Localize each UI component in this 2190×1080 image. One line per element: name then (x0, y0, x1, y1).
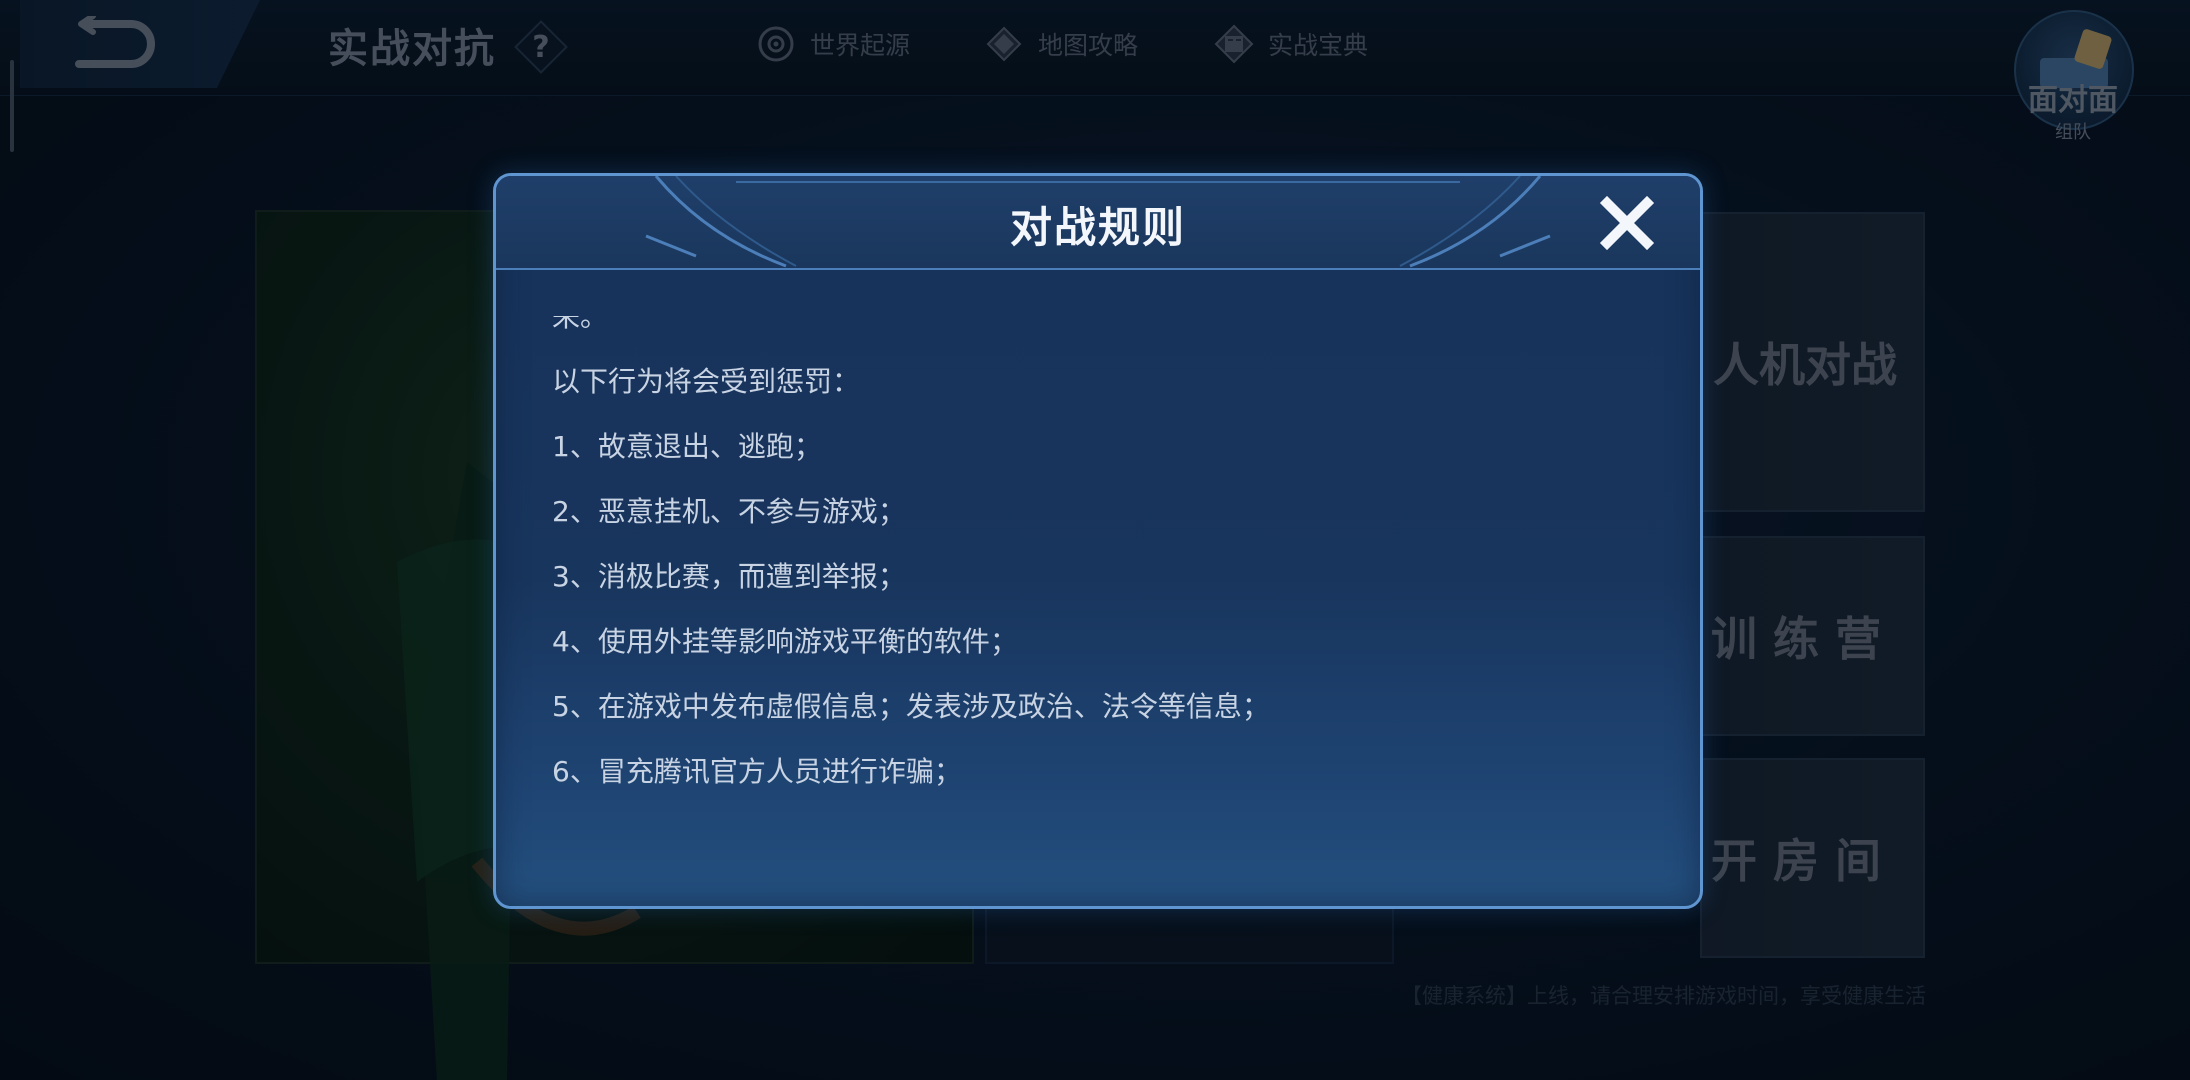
rule-line-2: 2、恶意挂机、不参与游戏； (552, 495, 906, 528)
rule-line-truncated: 来。 (552, 316, 1652, 332)
game-screen: 实战对抗 ? 世界起源 地图攻略 实战宝典 面对面 组队 人机对战 训练营 开房… (0, 0, 2190, 1080)
close-button[interactable] (1596, 192, 1658, 254)
dialog-title: 对战规则 (1009, 203, 1186, 252)
rule-line-1: 1、故意退出、逃跑； (552, 430, 822, 463)
rule-line-4: 4、使用外挂等影响游戏平衡的软件； (552, 625, 1018, 658)
close-icon (1599, 195, 1655, 251)
rule-line-3: 3、消极比赛，而遭到举报； (552, 560, 906, 593)
battle-rules-dialog: 对战规则 来。 以下行为将会受到惩罚： 1、故意退出、逃跑； 2、恶意挂机、不参… (493, 173, 1703, 909)
rule-line-5: 5、在游戏中发布虚假信息；发表涉及政治、法令等信息； (552, 690, 1270, 723)
dialog-header: 对战规则 (496, 176, 1700, 270)
rules-content[interactable]: 来。 以下行为将会受到惩罚： 1、故意退出、逃跑； 2、恶意挂机、不参与游戏； … (552, 316, 1652, 836)
rule-line-intro: 以下行为将会受到惩罚： (552, 365, 861, 398)
rule-line-6: 6、冒充腾讯官方人员进行诈骗； (552, 755, 962, 788)
